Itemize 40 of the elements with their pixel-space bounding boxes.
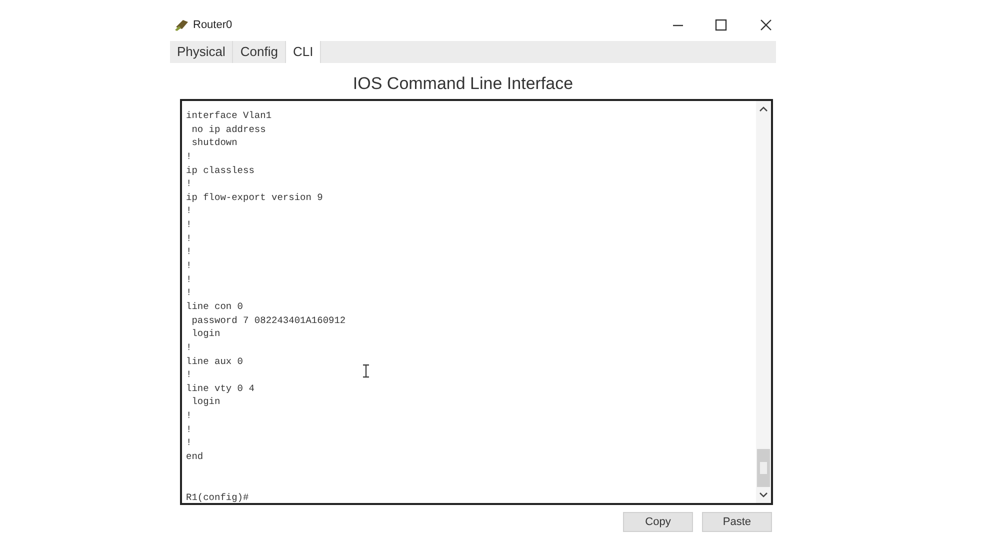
- action-button[interactable]: Copy: [623, 512, 693, 532]
- terminal-line: !: [186, 232, 192, 246]
- terminal-line: line aux 0: [186, 354, 244, 368]
- terminal-line: !: [186, 286, 192, 300]
- terminal-line: !: [186, 150, 192, 164]
- terminal-line: !: [186, 177, 192, 191]
- terminal-line: end: [186, 450, 204, 464]
- close-icon[interactable]: [760, 19, 772, 31]
- terminal-line: !: [186, 272, 192, 286]
- terminal-line: line vty 0 4: [186, 382, 254, 396]
- terminal-line: password 7 082243401A160912: [190, 314, 346, 328]
- text-cursor-icon: [362, 364, 370, 378]
- terminal-line: !: [186, 204, 192, 218]
- terminal-line: login: [190, 327, 220, 341]
- terminal-line: !: [186, 218, 192, 232]
- terminal-line: ip classless: [186, 164, 254, 178]
- page-heading: IOS Command Line Interface: [352, 73, 574, 95]
- terminal-line: !: [186, 409, 192, 423]
- scroll-down-icon[interactable]: [759, 492, 768, 498]
- terminal-line: !: [186, 436, 192, 450]
- maximize-icon[interactable]: [715, 19, 727, 31]
- scroll-up-icon[interactable]: [759, 106, 768, 112]
- terminal-line: ip flow-export version 9: [186, 190, 323, 204]
- terminal-line: no ip address: [190, 122, 266, 136]
- scrollbar[interactable]: [756, 101, 771, 503]
- router-icon: [174, 18, 190, 32]
- window-title: Router0: [193, 18, 232, 33]
- scroll-thumb[interactable]: [757, 449, 770, 487]
- terminal-line: shutdown: [190, 136, 238, 150]
- terminal-line: !: [186, 259, 192, 273]
- action-button[interactable]: Paste: [702, 512, 772, 532]
- terminal-line: !: [186, 368, 192, 382]
- terminal-line: !: [186, 422, 192, 436]
- terminal-prompt: R1(config)#: [186, 490, 249, 504]
- tab[interactable]: CLI: [286, 41, 322, 63]
- terminal-line: !: [186, 340, 192, 355]
- terminal-line: line con 0: [186, 300, 244, 314]
- terminal-line: !: [186, 245, 192, 260]
- terminal-line: interface Vlan1: [186, 109, 272, 123]
- terminal-line: login: [190, 395, 220, 410]
